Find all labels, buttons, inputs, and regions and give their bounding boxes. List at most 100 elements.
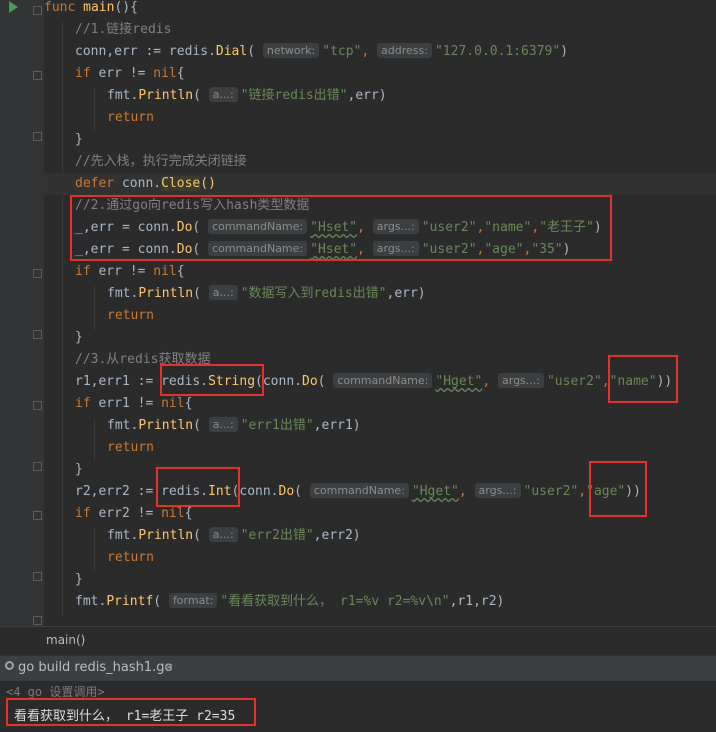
fold-marker[interactable] — [33, 6, 42, 15]
code-text: err1 != — [90, 396, 162, 411]
keyword: defer — [75, 176, 115, 191]
function-name: Println — [138, 418, 194, 433]
fold-marker[interactable] — [33, 71, 42, 80]
string-literal: "Hget" — [435, 374, 483, 389]
function-name: Dial — [215, 44, 248, 59]
parameter-hint: a...: — [208, 417, 238, 432]
code-text: ( — [193, 418, 201, 433]
code-text: ,err) — [347, 88, 387, 103]
annotation-box — [6, 698, 256, 726]
keyword: if — [75, 396, 91, 411]
function-name: Do — [302, 374, 318, 389]
string-literal: "err1出错" — [240, 418, 314, 433]
annotation-box — [608, 355, 678, 403]
code-line[interactable]: //1.链接redis — [44, 19, 716, 41]
annotation-box — [160, 364, 264, 396]
keyword: nil — [153, 264, 177, 279]
code-line[interactable]: return — [44, 437, 716, 459]
code-line[interactable]: fmt.Println( a...: "链接redis出错",err) — [44, 85, 716, 107]
parameter-hint: address: — [377, 43, 432, 58]
code-line[interactable]: fmt.Println( a...: "err1出错",err1) — [44, 415, 716, 437]
code-line[interactable]: if err != nil{ — [44, 261, 716, 283]
parameter-hint: network: — [262, 43, 320, 58]
code-line[interactable]: fmt.Println( a...: "数据写入到redis出错",err) — [44, 283, 716, 305]
breadcrumb[interactable]: main() — [0, 626, 716, 655]
code-line-current[interactable]: defer conn.Close() — [44, 173, 716, 195]
function-name: Println — [138, 528, 194, 543]
code-text: , — [482, 374, 491, 389]
code-line[interactable]: } — [44, 327, 716, 349]
code-text: r1,err1 := — [75, 374, 162, 389]
parameter-hint: a...: — [208, 527, 238, 542]
code-line[interactable]: //先入栈，执行完成关闭链接 — [44, 151, 716, 173]
string-literal: "看看获取到什么， r1=%v r2=%v\n" — [220, 594, 450, 609]
code-line[interactable]: return — [44, 305, 716, 327]
function-name: Println — [138, 286, 194, 301]
code-line[interactable]: } — [44, 129, 716, 151]
comment: //1.链接redis — [75, 22, 172, 37]
code-line[interactable]: fmt.Printf( format: "看看获取到什么， r1=%v r2=%v… — [44, 591, 716, 613]
code-editor[interactable]: func main(){ //1.链接redis conn,err := red… — [0, 0, 716, 626]
code-line[interactable]: return — [44, 547, 716, 569]
fold-marker[interactable] — [33, 616, 42, 625]
code-text: ,err) — [386, 286, 426, 301]
code-text: } — [75, 330, 83, 345]
code-line[interactable]: func main(){ — [44, 0, 716, 19]
code-text: ( — [317, 374, 326, 389]
code-text: (){ — [114, 0, 138, 15]
run-console[interactable]: <4 go 设置调用> 看看获取到什么， r1=老王子 r2=35 — [0, 681, 716, 732]
code-line[interactable]: return — [44, 107, 716, 129]
fold-marker[interactable] — [33, 401, 42, 410]
keyword: if — [75, 66, 91, 81]
string-literal: "user2" — [523, 484, 579, 499]
code-text: ( — [153, 594, 162, 609]
code-line[interactable]: fmt.Println( a...: "err2出错",err2) — [44, 525, 716, 547]
code-text: ,r1,r2) — [449, 594, 505, 609]
fold-marker[interactable] — [33, 572, 42, 581]
code-line[interactable]: } — [44, 569, 716, 591]
code-text: ( — [193, 88, 201, 103]
code-text: ,err2) — [313, 528, 361, 543]
parameter-hint: commandName: — [309, 483, 409, 498]
run-tab[interactable]: go build redis_hash1.go × — [0, 655, 716, 681]
string-literal: "err2出错" — [240, 528, 314, 543]
run-gutter-icon[interactable] — [9, 1, 18, 13]
keyword: nil — [161, 506, 185, 521]
keyword: return — [107, 440, 154, 455]
code-text: { — [176, 264, 185, 279]
code-text: fmt. — [107, 418, 139, 433]
keyword: if — [75, 264, 91, 279]
fold-marker[interactable] — [33, 269, 42, 278]
parameter-hint: args...: — [498, 373, 544, 388]
code-text: fmt. — [107, 286, 139, 301]
code-text: err != — [90, 66, 154, 81]
code-text: } — [75, 572, 83, 587]
keyword: return — [107, 110, 154, 125]
run-tab-label[interactable]: go build redis_hash1.go — [18, 660, 172, 675]
code-text: ( — [193, 528, 201, 543]
code-text: err2 != — [90, 506, 162, 521]
keyword: nil — [153, 66, 177, 81]
close-icon[interactable]: × — [164, 660, 174, 674]
keyword: if — [75, 506, 91, 521]
breadcrumb-item[interactable]: main() — [46, 633, 85, 647]
code-text: ( — [294, 484, 302, 499]
annotation-box — [156, 467, 240, 507]
fold-marker[interactable] — [33, 330, 42, 339]
code-text: conn,err := — [75, 44, 169, 59]
code-text: fmt. — [107, 528, 139, 543]
string-literal: "user2" — [546, 374, 602, 389]
string-literal: "Hget" — [411, 484, 459, 499]
code-text: , — [458, 484, 467, 499]
editor-gutter[interactable] — [0, 0, 44, 626]
string-literal: "127.0.0.1:6379" — [434, 44, 561, 59]
fold-marker[interactable] — [33, 511, 42, 520]
function-name: Println — [138, 88, 194, 103]
fold-marker[interactable] — [33, 462, 42, 471]
annotation-box — [70, 195, 612, 261]
code-text: err != — [90, 264, 154, 279]
fold-marker[interactable] — [33, 132, 42, 141]
code-line[interactable]: if err != nil{ — [44, 63, 716, 85]
code-line[interactable]: conn,err := redis.Dial( network: "tcp", a… — [44, 41, 716, 63]
function-name: main — [83, 0, 115, 15]
